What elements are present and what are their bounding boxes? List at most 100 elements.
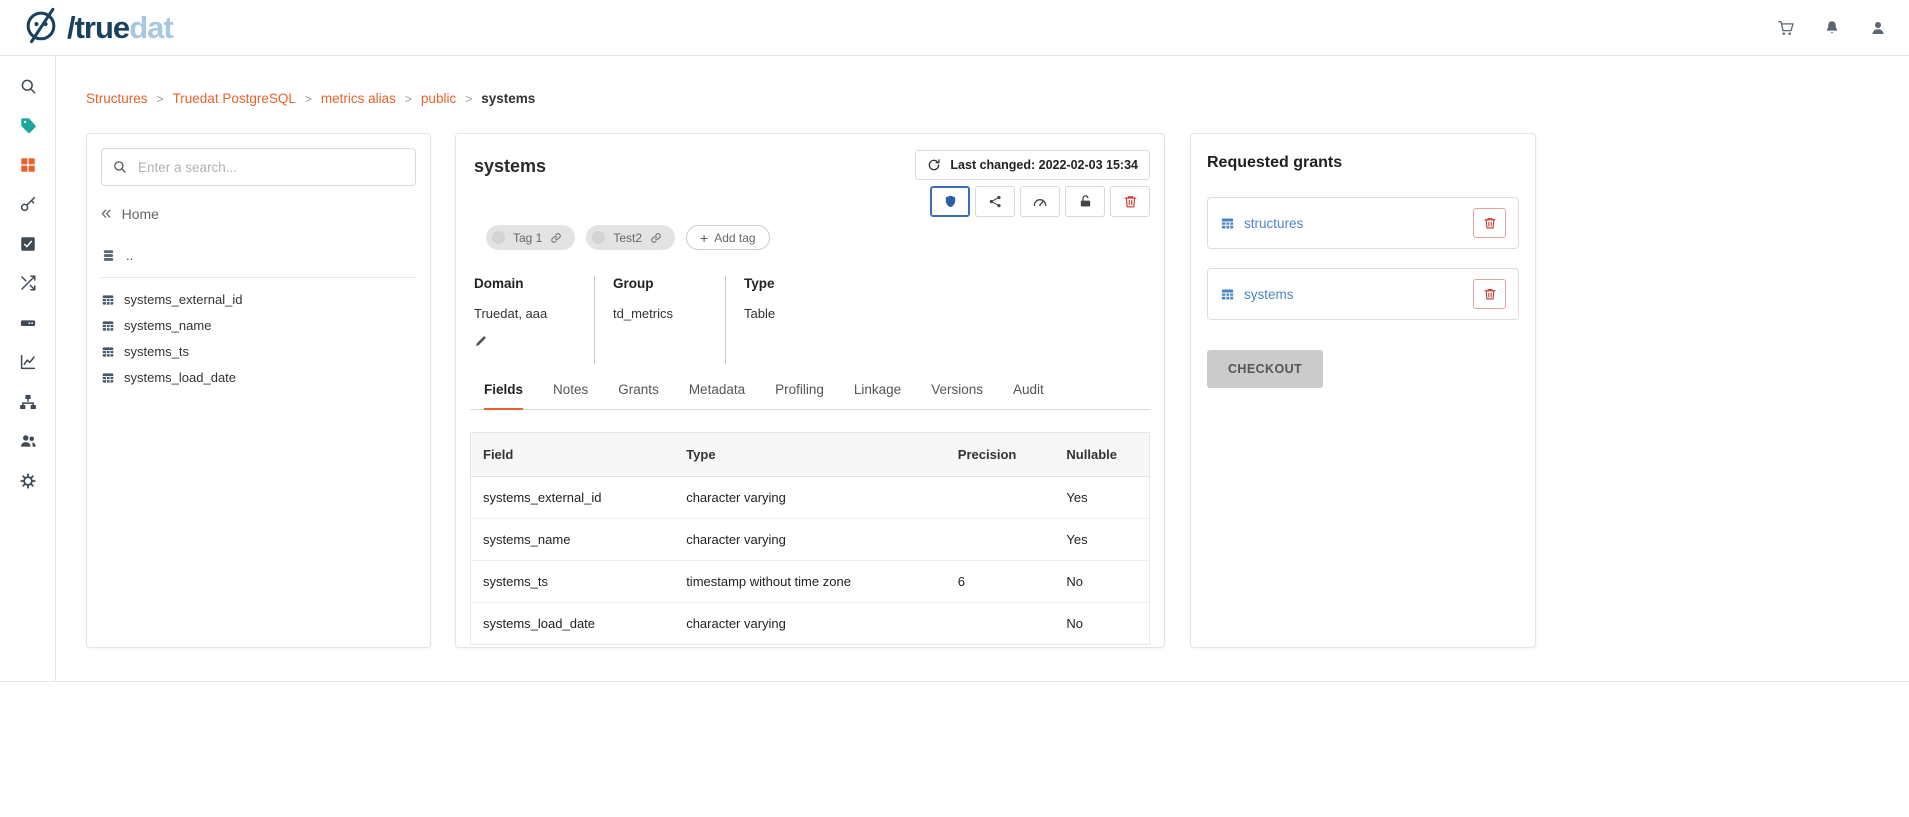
tab-versions[interactable]: Versions (931, 382, 983, 409)
logo-wordmark: /truedat (67, 10, 173, 46)
cart-icon[interactable] (1777, 19, 1795, 37)
tag-pill[interactable]: Test2 (586, 225, 675, 250)
gear-icon (19, 472, 37, 490)
sidebar-item-structures[interactable] (0, 145, 55, 185)
grant-name: structures (1244, 216, 1303, 231)
grant-item: systems (1207, 268, 1519, 320)
add-tag-button[interactable]: + Add tag (686, 225, 770, 250)
gauge-icon (1032, 194, 1048, 210)
list-item[interactable]: systems_name (101, 318, 416, 333)
grant-link[interactable]: systems (1220, 287, 1294, 302)
list-item[interactable]: systems_ts (101, 344, 416, 359)
action-buttons (930, 186, 1150, 217)
tab-metadata[interactable]: Metadata (689, 382, 745, 409)
col-header-nullable: Nullable (1054, 433, 1149, 477)
sidebar-item-dashboards[interactable] (0, 343, 55, 383)
grant-link[interactable]: structures (1220, 216, 1303, 231)
sidebar-item-rules[interactable] (0, 224, 55, 264)
requested-grants-title: Requested grants (1207, 154, 1519, 172)
sidebar-item-search[interactable] (0, 66, 55, 106)
table-row: systems_name character varying Yes (471, 519, 1150, 561)
parent-folder-item[interactable]: .. (101, 248, 416, 278)
user-icon[interactable] (1869, 19, 1887, 37)
table-icon (101, 345, 115, 359)
breadcrumb-link[interactable]: Truedat PostgreSQL (173, 91, 296, 106)
remove-grant-button[interactable] (1473, 279, 1506, 309)
home-label: Home (122, 206, 159, 222)
search-icon (112, 159, 127, 174)
sidebar-item-lineage[interactable] (0, 264, 55, 304)
chart-icon (19, 353, 37, 371)
grant-name: systems (1244, 287, 1294, 302)
plus-icon: + (700, 232, 708, 244)
field-link[interactable]: systems_external_id (471, 477, 675, 519)
tag-label: Test2 (613, 231, 642, 245)
breadcrumb: Structures > Truedat PostgreSQL > metric… (86, 91, 535, 106)
last-changed-box: Last changed: 2022-02-03 15:34 (915, 150, 1150, 180)
delete-button[interactable] (1110, 186, 1150, 217)
tag-remove-dot (592, 231, 605, 244)
share-button[interactable] (975, 186, 1015, 217)
database-icon (101, 248, 116, 263)
col-header-precision: Precision (946, 433, 1055, 477)
search-input[interactable] (101, 148, 416, 186)
unlock-button[interactable] (1065, 186, 1105, 217)
detail-type: Type Table (725, 276, 793, 364)
sidebar-item-permissions[interactable] (0, 185, 55, 225)
breadcrumb-current: systems (481, 91, 535, 106)
breadcrumb-link[interactable]: Structures (86, 91, 148, 106)
tab-profiling[interactable]: Profiling (775, 382, 824, 409)
sitemap-icon (19, 393, 37, 411)
field-link[interactable]: systems_ts (471, 561, 675, 603)
detail-group: Group td_metrics (594, 276, 725, 364)
tab-audit[interactable]: Audit (1013, 382, 1044, 409)
structure-tree-panel: « Home .. systems_external_id systems_na… (86, 133, 431, 648)
table-row: systems_ts timestamp without time zone 6… (471, 561, 1150, 603)
last-changed-label: Last changed: 2022-02-03 15:34 (950, 158, 1138, 172)
tab-notes[interactable]: Notes (553, 382, 588, 409)
shuffle-icon (19, 274, 37, 292)
protect-button[interactable] (930, 186, 970, 217)
tab-grants[interactable]: Grants (618, 382, 659, 409)
trash-icon (1123, 194, 1138, 209)
detail-tabs: Fields Notes Grants Metadata Profiling L… (470, 382, 1150, 410)
edit-domain-button[interactable] (474, 334, 576, 348)
sidebar-item-sources[interactable] (0, 303, 55, 343)
field-link[interactable]: systems_load_date (471, 603, 675, 645)
field-link[interactable]: systems_name (471, 519, 675, 561)
checkout-button[interactable]: CHECKOUT (1207, 350, 1323, 388)
sidebar-item-settings[interactable] (0, 461, 55, 501)
trash-icon (1483, 216, 1497, 230)
list-item[interactable]: systems_external_id (101, 292, 416, 307)
table-icon (101, 293, 115, 307)
refresh-icon[interactable] (927, 158, 941, 172)
link-icon (650, 232, 662, 244)
unlock-icon (1078, 194, 1093, 209)
sidebar-item-glossary[interactable] (0, 106, 55, 146)
page-title: systems (474, 156, 546, 177)
breadcrumb-link[interactable]: metrics alias (321, 91, 396, 106)
topbar-actions (1777, 19, 1887, 37)
table-row: systems_external_id character varying Ye… (471, 477, 1150, 519)
tab-fields[interactable]: Fields (484, 382, 523, 410)
breadcrumb-link[interactable]: public (421, 91, 456, 106)
parent-folder-label: .. (126, 248, 133, 263)
tab-linkage[interactable]: Linkage (854, 382, 901, 409)
list-item[interactable]: systems_load_date (101, 370, 416, 385)
tag-pill[interactable]: Tag 1 (486, 225, 575, 250)
check-square-icon (19, 235, 37, 253)
col-header-type: Type (674, 433, 946, 477)
table-header-row: Field Type Precision Nullable (471, 433, 1150, 477)
col-header-field: Field (471, 433, 675, 477)
profile-button[interactable] (1020, 186, 1060, 217)
remove-grant-button[interactable] (1473, 208, 1506, 238)
truedat-logo[interactable]: /truedat (22, 6, 173, 49)
grant-item: structures (1207, 197, 1519, 249)
sidebar-item-users[interactable] (0, 422, 55, 462)
footer-divider (0, 681, 1909, 682)
sidebar-item-domains[interactable] (0, 382, 55, 422)
structure-detail-panel: systems Last changed: 2022-02-03 15:34 T… (455, 133, 1165, 648)
home-link[interactable]: « Home (101, 206, 416, 222)
bell-icon[interactable] (1823, 19, 1841, 37)
table-icon (1220, 216, 1235, 231)
